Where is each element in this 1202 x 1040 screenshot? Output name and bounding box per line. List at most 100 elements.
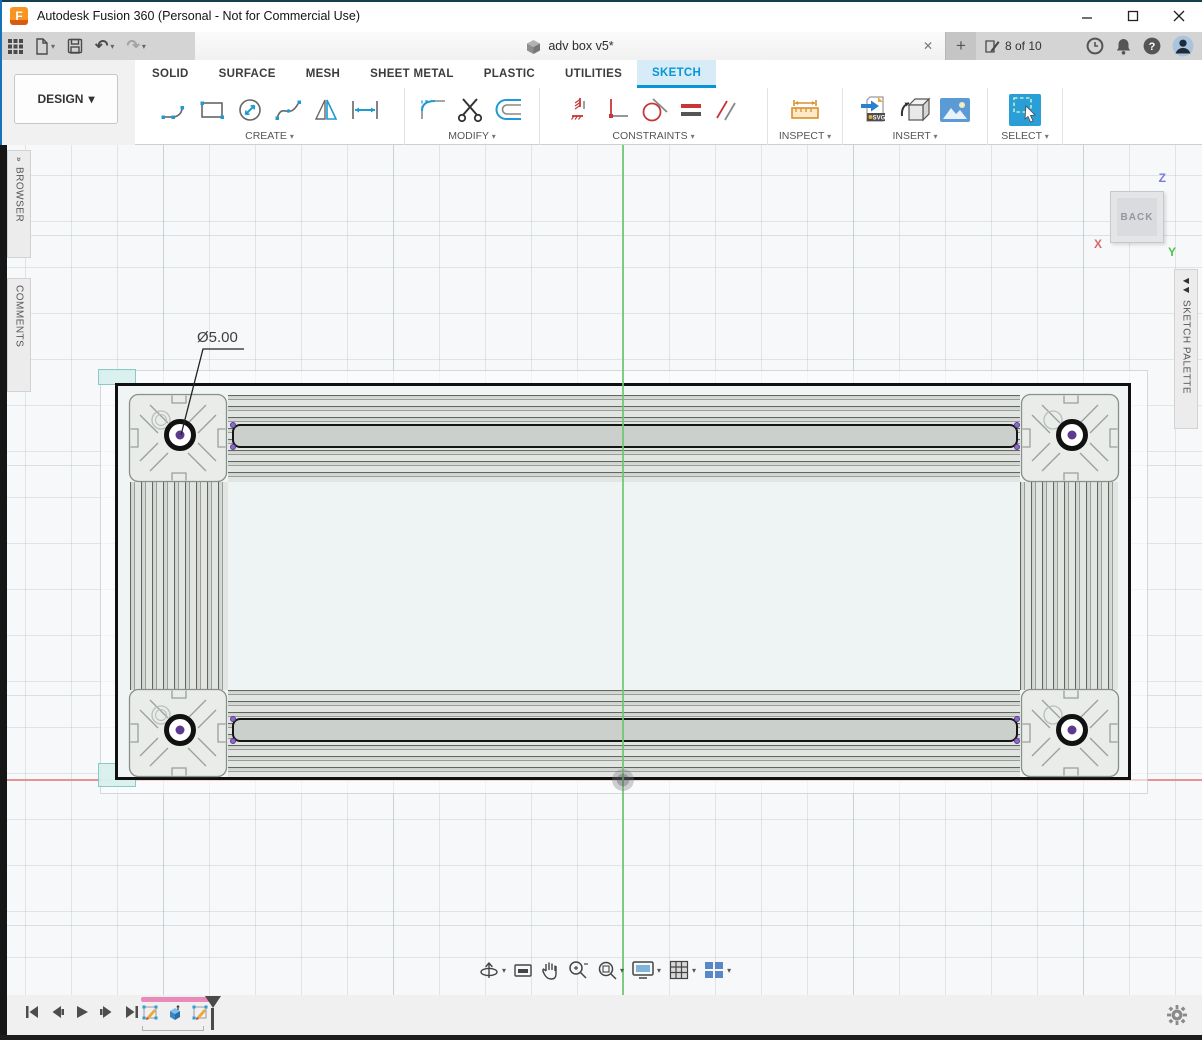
- tab-sketch[interactable]: SKETCH: [637, 60, 716, 88]
- inspect-dropdown[interactable]: INSPECT ▾: [768, 130, 842, 142]
- workspace-selector[interactable]: DESIGN ▾: [14, 74, 118, 124]
- insert-dropdown[interactable]: INSERT ▾: [843, 130, 987, 142]
- look-at-button[interactable]: [513, 960, 533, 980]
- new-tab-button[interactable]: +: [945, 32, 976, 60]
- timeline-feature-sketch-1[interactable]: [141, 1004, 159, 1022]
- group-constraints: CONSTRAINTS ▾: [540, 88, 768, 145]
- viewcube[interactable]: BACK Z X Y: [1108, 187, 1168, 247]
- grid-snap-button[interactable]: ▾: [668, 959, 696, 981]
- constraint-equal-tool[interactable]: [677, 95, 705, 125]
- chevron-down-icon: ▾: [110, 42, 114, 51]
- help-glyph: ?: [1149, 41, 1156, 53]
- y-axis-line: [622, 145, 624, 995]
- pan-button[interactable]: [540, 959, 560, 981]
- chevron-down-icon: ▾: [142, 42, 146, 51]
- insert-svg-tool[interactable]: SVG: [859, 94, 893, 126]
- file-menu-button[interactable]: ▾: [35, 38, 55, 55]
- select-tool[interactable]: [1008, 93, 1042, 127]
- timeline-skip-end-button[interactable]: [124, 1004, 140, 1020]
- modify-offset-tool[interactable]: [494, 95, 526, 125]
- document-tab-close-icon[interactable]: ✕: [923, 32, 933, 60]
- constraint-vertical-horizontal-tool[interactable]: [603, 95, 633, 125]
- group-modify: MODIFY ▾: [405, 88, 540, 145]
- corner-profile-bottom-right: [1020, 688, 1120, 778]
- group-select: SELECT ▾: [988, 88, 1063, 145]
- user-avatar[interactable]: [1172, 35, 1194, 57]
- extrusion-rail-right: [1020, 482, 1118, 690]
- tab-solid[interactable]: SOLID: [137, 60, 204, 88]
- sketch-origin-point[interactable]: [612, 769, 634, 791]
- create-dimension-tool[interactable]: [349, 95, 381, 125]
- comments-panel-tab[interactable]: COMMENTS: [7, 278, 31, 392]
- ribbon-tab-bar: SOLID SURFACE MESH SHEET METAL PLASTIC U…: [137, 60, 716, 88]
- group-inspect: INSPECT ▾: [768, 88, 843, 145]
- timeline-group-bracket: [142, 1026, 204, 1031]
- modify-dropdown[interactable]: MODIFY ▾: [405, 130, 539, 142]
- model-canvas[interactable]: Ø5.00 BACK Z X Y » BROWSER COMMENTS ◀◀ S…: [0, 145, 1202, 995]
- version-badge[interactable]: 8 of 10: [984, 32, 1042, 60]
- select-dropdown[interactable]: SELECT ▾: [988, 130, 1062, 142]
- window-title: Autodesk Fusion 360 (Personal - Not for …: [37, 9, 360, 23]
- modify-fillet-tool[interactable]: [418, 95, 450, 125]
- maximize-button[interactable]: [1110, 0, 1156, 32]
- browser-panel-label: BROWSER: [14, 167, 25, 222]
- tab-mesh[interactable]: MESH: [291, 60, 355, 88]
- tab-surface[interactable]: SURFACE: [204, 60, 291, 88]
- constraint-parallel-tool[interactable]: [711, 95, 741, 125]
- browser-panel-tab[interactable]: » BROWSER: [7, 150, 31, 258]
- minimize-button[interactable]: [1064, 0, 1110, 32]
- close-button[interactable]: [1156, 0, 1202, 32]
- comments-panel-label: COMMENTS: [14, 285, 25, 347]
- insert-mesh-tool[interactable]: [899, 94, 933, 126]
- slot-top[interactable]: [232, 424, 1018, 448]
- constraints-dropdown[interactable]: CONSTRAINTS ▾: [540, 130, 767, 142]
- display-settings-button[interactable]: ▾: [631, 959, 661, 981]
- undo-button[interactable]: ↶ ▾: [95, 36, 114, 56]
- create-line-tool[interactable]: [159, 95, 191, 125]
- timeline-step-forward-button[interactable]: [99, 1004, 115, 1020]
- sketch-palette-label: SKETCH PALETTE: [1181, 300, 1192, 394]
- timeline-skip-start-button[interactable]: [24, 1004, 40, 1020]
- timeline-selection-bar: [141, 997, 215, 1002]
- orbit-button[interactable]: ▾: [478, 959, 506, 981]
- slot-bottom[interactable]: [232, 718, 1018, 742]
- job-status-clock-icon[interactable]: [1086, 37, 1104, 55]
- constraint-tangent-tool[interactable]: [639, 95, 671, 125]
- create-dropdown[interactable]: CREATE ▾: [135, 130, 404, 142]
- viewcube-y-axis-label: Y: [1168, 245, 1176, 259]
- timeline-bar: [0, 995, 1202, 1040]
- redo-button[interactable]: ↷ ▾: [126, 36, 145, 56]
- viewports-button[interactable]: ▾: [703, 959, 731, 981]
- sketch-palette-tab[interactable]: ◀◀ SKETCH PALETTE: [1174, 269, 1198, 429]
- zoom-button[interactable]: [567, 959, 589, 981]
- group-create: CREATE ▾: [135, 88, 405, 145]
- timeline-settings-gear-icon[interactable]: [1166, 1004, 1188, 1026]
- viewcube-z-axis-label: Z: [1159, 171, 1166, 185]
- constraint-fix-tool[interactable]: [567, 95, 597, 125]
- fit-view-button[interactable]: ▾: [596, 959, 624, 981]
- tab-sheet-metal[interactable]: SHEET METAL: [355, 60, 469, 88]
- modify-trim-tool[interactable]: [456, 95, 488, 125]
- timeline-step-back-button[interactable]: [49, 1004, 65, 1020]
- create-mirror-tool[interactable]: [311, 95, 343, 125]
- save-button[interactable]: [67, 38, 83, 54]
- group-insert: SVG INSERT ▾: [843, 88, 988, 145]
- create-spline-tool[interactable]: [273, 95, 305, 125]
- inspect-measure-tool[interactable]: [787, 95, 823, 125]
- chevron-down-icon: ▾: [88, 92, 94, 106]
- app-grid-icon[interactable]: [8, 39, 23, 54]
- timeline-position-marker[interactable]: [205, 996, 221, 1030]
- insert-canvas-tool[interactable]: [939, 96, 971, 124]
- tab-plastic[interactable]: PLASTIC: [469, 60, 550, 88]
- title-bar: F Autodesk Fusion 360 (Personal - Not fo…: [0, 0, 1202, 32]
- notifications-bell-icon[interactable]: [1115, 37, 1132, 55]
- tab-utilities[interactable]: UTILITIES: [550, 60, 637, 88]
- timeline-play-button[interactable]: [74, 1004, 90, 1020]
- document-tab[interactable]: adv box v5* ✕: [195, 32, 945, 60]
- create-rectangle-tool[interactable]: [197, 95, 229, 125]
- create-circle-tool[interactable]: [235, 95, 267, 125]
- help-icon[interactable]: ?: [1143, 37, 1161, 55]
- timeline-feature-extrude[interactable]: [166, 1004, 184, 1022]
- expand-right-icon: »: [15, 157, 24, 161]
- fusion-app-icon: F: [10, 7, 28, 25]
